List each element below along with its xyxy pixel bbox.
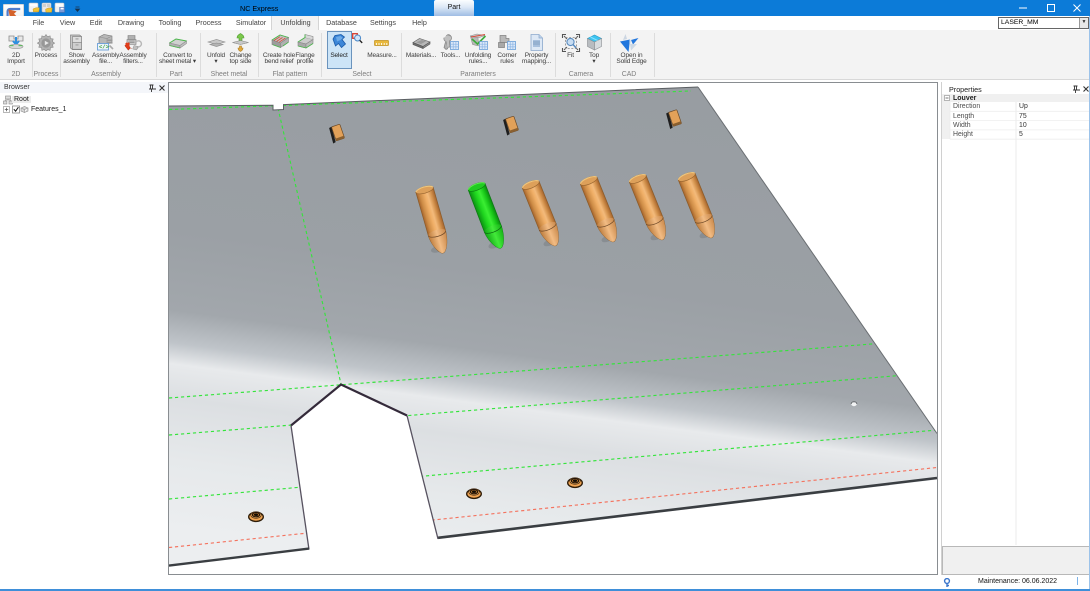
svg-text:</>: </> xyxy=(99,44,110,51)
